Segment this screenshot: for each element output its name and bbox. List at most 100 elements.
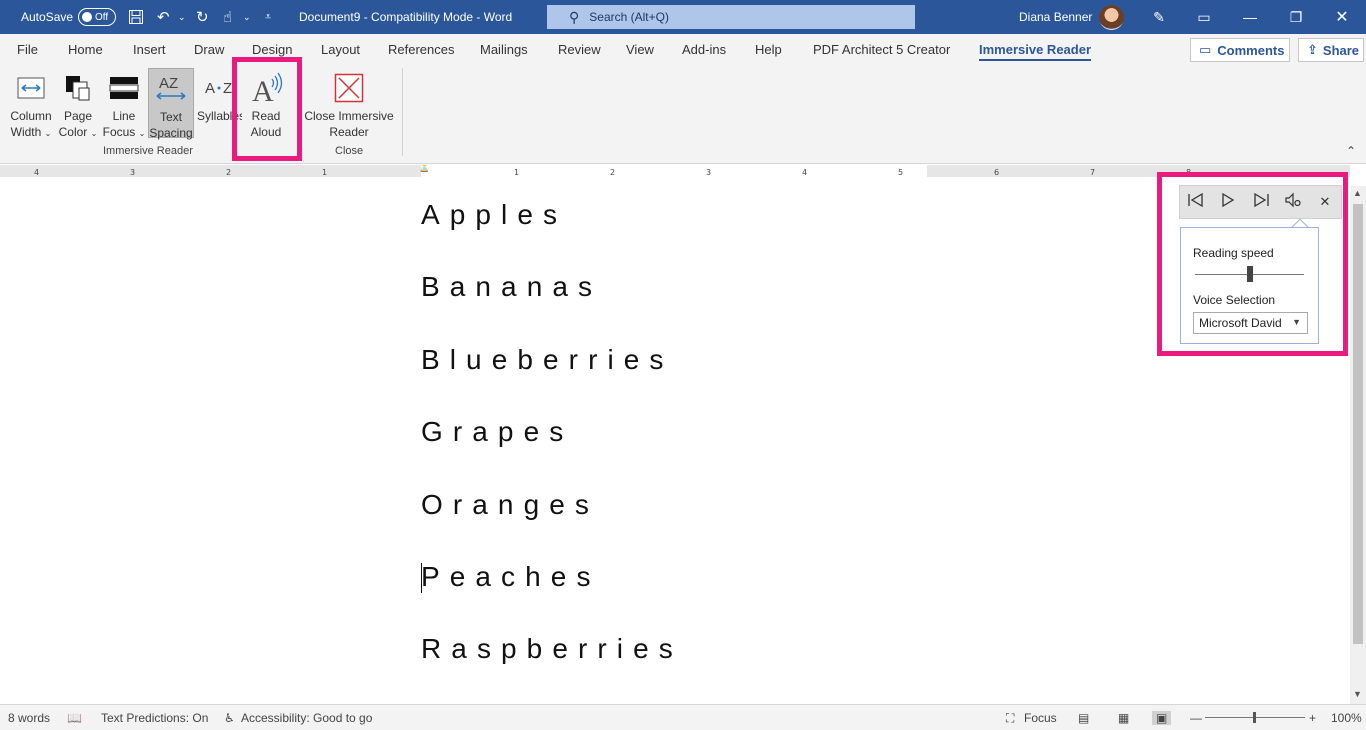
tab-add-ins[interactable]: Add-ins [682,34,726,64]
customize-qat-icon[interactable]: ⩡ [265,0,271,34]
ribbon-display-icon[interactable]: ▭ [1184,0,1224,34]
minimize-icon[interactable]: — [1230,0,1270,34]
user-name: Diana Benner [1019,10,1093,24]
proofing-icon[interactable]: 📖 [67,711,82,725]
collapse-ribbon-icon[interactable]: ⌃ [1346,144,1356,158]
word-count[interactable]: 8 words [8,711,50,725]
close-reader-icon [304,68,394,108]
web-layout-icon[interactable]: ▣ [1152,711,1172,725]
read-mode-icon[interactable]: ▤ [1078,711,1089,725]
text-spacing-button[interactable]: AZ Text Spacing [148,68,194,140]
column-width-line1: Column [10,109,52,123]
text-predictions-status[interactable]: Text Predictions: On [101,711,208,725]
ribbon: Column Width ⌄ Page Color ⌄ Line Focus ⌄… [0,57,1366,164]
share-button[interactable]: ⇪ Share [1298,38,1364,62]
autosave-label: AutoSave [21,10,74,24]
restore-icon[interactable]: ❐ [1276,0,1316,34]
scroll-up-icon[interactable]: ▲ [1353,188,1362,198]
comments-button[interactable]: ▭ Comments [1190,38,1290,62]
group-label-immersive-reader: Immersive Reader [103,145,193,157]
autosave-toggle[interactable]: Off [78,0,116,34]
document-title: Document9 - Compatibility Mode - Word [299,10,513,24]
document-line[interactable]: Apples [421,199,567,231]
page-color-line2: Color [58,125,88,139]
page-color-button[interactable]: Page Color ⌄ [55,68,101,139]
close-immersive-reader-button[interactable]: Close Immersive Reader [304,68,394,139]
text-spacing-line1: Text [159,110,182,124]
tab-help[interactable]: Help [755,34,782,64]
document-line[interactable]: Oranges [421,489,599,521]
tab-home[interactable]: Home [68,34,103,64]
zoom-slider-knob[interactable] [1253,712,1256,723]
share-icon: ⇪ [1307,42,1318,57]
ruler-label: 3 [706,168,712,177]
column-width-line2: Width [10,125,42,139]
svg-text:A: A [205,80,215,97]
scroll-thumb[interactable] [1353,204,1363,644]
tab-immersive-reader[interactable]: Immersive Reader [979,34,1092,64]
ruler-text-area [421,165,927,177]
line-focus-button[interactable]: Line Focus ⌄ [101,68,147,139]
touch-dropdown-icon[interactable]: ⌄ [243,0,251,34]
column-width-button[interactable]: Column Width ⌄ [8,68,54,139]
tab-review[interactable]: Review [558,34,601,64]
save-icon[interactable] [128,0,144,34]
line-focus-icon [101,68,147,108]
scroll-down-icon[interactable]: ▼ [1353,689,1362,699]
text-spacing-line2: Spacing [149,126,193,140]
chevron-down-icon: ⌄ [90,129,98,138]
horizontal-ruler[interactable]: 4 3 2 1 1 ⏳ 2 3 4 5 6 7 8 [0,165,1350,177]
share-label: Share [1322,42,1360,58]
document-line[interactable]: Blueberries [421,344,674,376]
comment-icon: ▭ [1199,42,1212,57]
avatar[interactable] [1099,5,1124,30]
tab-mailings[interactable]: Mailings [480,34,528,64]
ruler-label: 4 [34,168,40,177]
zoom-out-icon[interactable]: — [1190,711,1202,725]
tab-pdf-architect[interactable]: PDF Architect 5 Creator [813,34,950,64]
group-label-close: Close [335,145,364,157]
page-color-line1: Page [63,109,93,123]
document-line[interactable]: Grapes [421,416,573,448]
document-line[interactable]: Bananas [421,271,602,303]
zoom-level[interactable]: 100% [1331,711,1362,725]
line-focus-line2: Focus [102,125,136,139]
undo-icon[interactable]: ↶ [157,0,170,34]
focus-mode[interactable]: Focus [1024,711,1057,725]
search-box[interactable]: ⚲ Search (Alt+Q) [547,5,915,29]
focus-icon: ⛶ [1006,711,1015,725]
read-aloud-panel-highlight [1157,172,1348,356]
tab-insert[interactable]: Insert [133,34,166,64]
accessibility-status[interactable]: Accessibility: Good to go [241,711,372,725]
ruler-label: 1 [514,168,520,177]
undo-dropdown-icon[interactable]: ⌄ [178,0,186,34]
tab-layout[interactable]: Layout [321,34,360,64]
document-canvas[interactable]: Apples Bananas Blueberries Grapes Orange… [0,177,1350,704]
read-aloud-highlight [232,57,302,161]
accessibility-icon: ♿ [224,711,235,725]
ruler-label: 4 [802,168,808,177]
tab-view[interactable]: View [626,34,654,64]
ruler-label: 5 [898,168,904,177]
tab-draw[interactable]: Draw [194,34,224,64]
toggle-knob [82,12,92,22]
close-reader-line1: Close Immersive [304,109,394,123]
pen-icon[interactable]: ✎ [1139,0,1179,34]
document-line[interactable]: Peaches [421,561,601,593]
vertical-scrollbar[interactable]: ▲ ▼ [1350,186,1366,704]
indent-marker-icon[interactable]: ⏳ [418,165,430,173]
title-bar: AutoSave Off ↶ ⌄ ↻ ☝ ⌄ ⩡ Document9 - Com… [0,0,1366,34]
tab-file[interactable]: File [17,34,38,64]
redo-icon[interactable]: ↻ [196,0,209,34]
autosave-state: Off [95,11,109,23]
close-window-icon[interactable]: ✕ [1322,0,1362,34]
column-width-icon [8,68,54,108]
ruler-label: 3 [130,168,136,177]
touch-mode-icon[interactable]: ☝ [223,0,232,34]
tab-references[interactable]: References [388,34,454,64]
print-layout-icon[interactable]: ▦ [1118,711,1129,725]
ruler-label: 2 [226,168,232,177]
chevron-down-icon: ⌄ [138,129,146,138]
zoom-in-icon[interactable]: + [1309,711,1316,725]
document-line[interactable]: Raspberries [421,633,683,665]
